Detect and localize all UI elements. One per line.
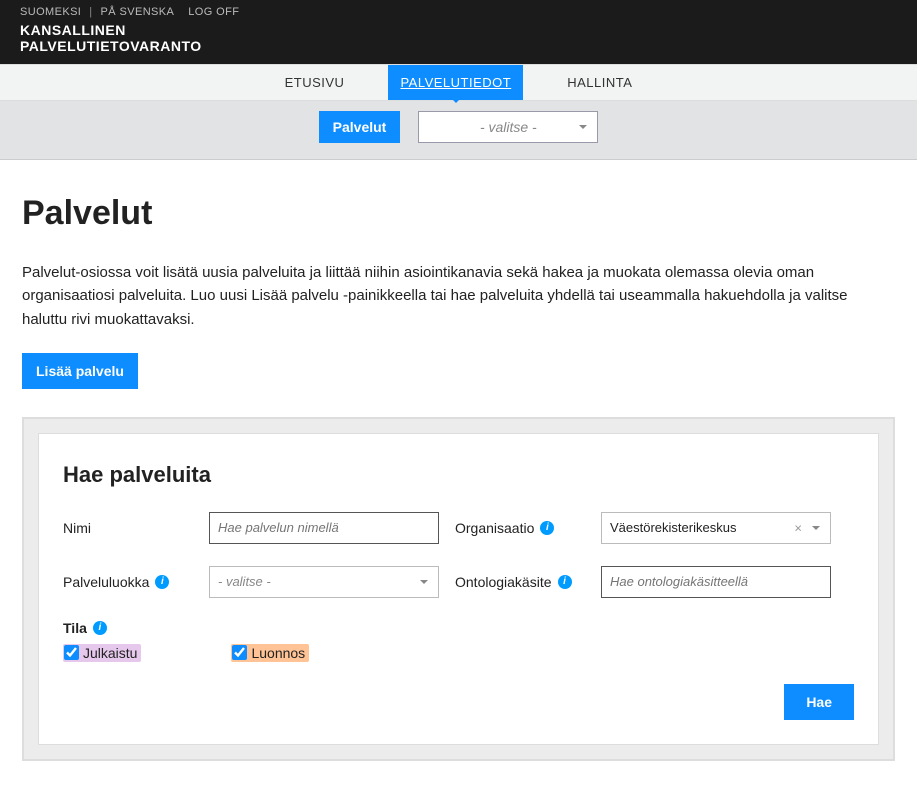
- page-lead: Palvelut-osiossa voit lisätä uusia palve…: [22, 261, 892, 331]
- class-select[interactable]: - valitse -: [209, 566, 439, 598]
- chevron-down-icon: [579, 125, 587, 133]
- org-select[interactable]: Väestörekisterikeskus ×: [601, 512, 831, 544]
- page-title: Palvelut: [22, 194, 895, 233]
- sub-nav: Palvelut - valitse -: [0, 101, 917, 160]
- checkbox-draft-label: Luonnos: [251, 645, 305, 661]
- info-icon[interactable]: i: [155, 575, 169, 589]
- class-select-placeholder: - valitse -: [218, 574, 271, 589]
- name-input[interactable]: [209, 512, 439, 544]
- logoff-link[interactable]: LOG OFF: [188, 6, 239, 18]
- tila-label: Tila i: [63, 620, 854, 636]
- onto-input[interactable]: [601, 566, 831, 598]
- org-label: Organisaatio i: [455, 520, 585, 536]
- brand-line-2: PALVELUTIETOVARANTO: [20, 38, 897, 54]
- info-icon[interactable]: i: [540, 521, 554, 535]
- add-service-button[interactable]: Lisää palvelu: [22, 353, 138, 389]
- checkbox-draft-input[interactable]: [232, 645, 247, 660]
- clear-icon[interactable]: ×: [794, 520, 802, 535]
- name-label: Nimi: [63, 520, 193, 536]
- checkbox-draft[interactable]: Luonnos: [231, 644, 309, 662]
- lang-separator: [85, 6, 96, 18]
- chevron-down-icon: [812, 526, 820, 534]
- search-heading: Hae palveluita: [63, 462, 854, 488]
- page-content: Palvelut Palvelut-osiossa voit lisätä uu…: [0, 160, 917, 801]
- brand-logo[interactable]: KANSALLINEN PALVELUTIETOVARANTO: [20, 22, 897, 54]
- search-panel-outer: Hae palveluita Nimi Organisaatio i Väest…: [22, 417, 895, 761]
- nav-item-etusivu[interactable]: ETUSIVU: [273, 65, 357, 100]
- nav-item-palvelutiedot[interactable]: PALVELUTIEDOT: [388, 65, 523, 100]
- subnav-select-placeholder: - valitse -: [480, 119, 537, 135]
- onto-label: Ontologiakäsite i: [455, 574, 585, 590]
- search-submit-button[interactable]: Hae: [784, 684, 854, 720]
- nav-item-hallinta[interactable]: HALLINTA: [555, 65, 644, 100]
- subnav-select[interactable]: - valitse -: [418, 111, 598, 143]
- info-icon[interactable]: i: [558, 575, 572, 589]
- checkbox-published[interactable]: Julkaistu: [63, 644, 141, 662]
- info-icon[interactable]: i: [93, 621, 107, 635]
- lang-fi-link[interactable]: SUOMEKSI: [20, 6, 81, 18]
- top-bar: SUOMEKSI PÅ SVENSKA LOG OFF KANSALLINEN …: [0, 0, 917, 64]
- class-label: Palveluluokka i: [63, 574, 193, 590]
- main-nav: ETUSIVU PALVELUTIEDOT HALLINTA: [0, 64, 917, 101]
- checkbox-published-input[interactable]: [64, 645, 79, 660]
- search-panel: Hae palveluita Nimi Organisaatio i Väest…: [38, 433, 879, 745]
- chevron-down-icon: [420, 580, 428, 588]
- org-select-value: Väestörekisterikeskus: [610, 520, 736, 535]
- checkbox-published-label: Julkaistu: [83, 645, 137, 661]
- subnav-palvelut-button[interactable]: Palvelut: [319, 111, 401, 143]
- lang-sv-link[interactable]: PÅ SVENSKA: [101, 6, 175, 18]
- brand-line-1: KANSALLINEN: [20, 22, 897, 38]
